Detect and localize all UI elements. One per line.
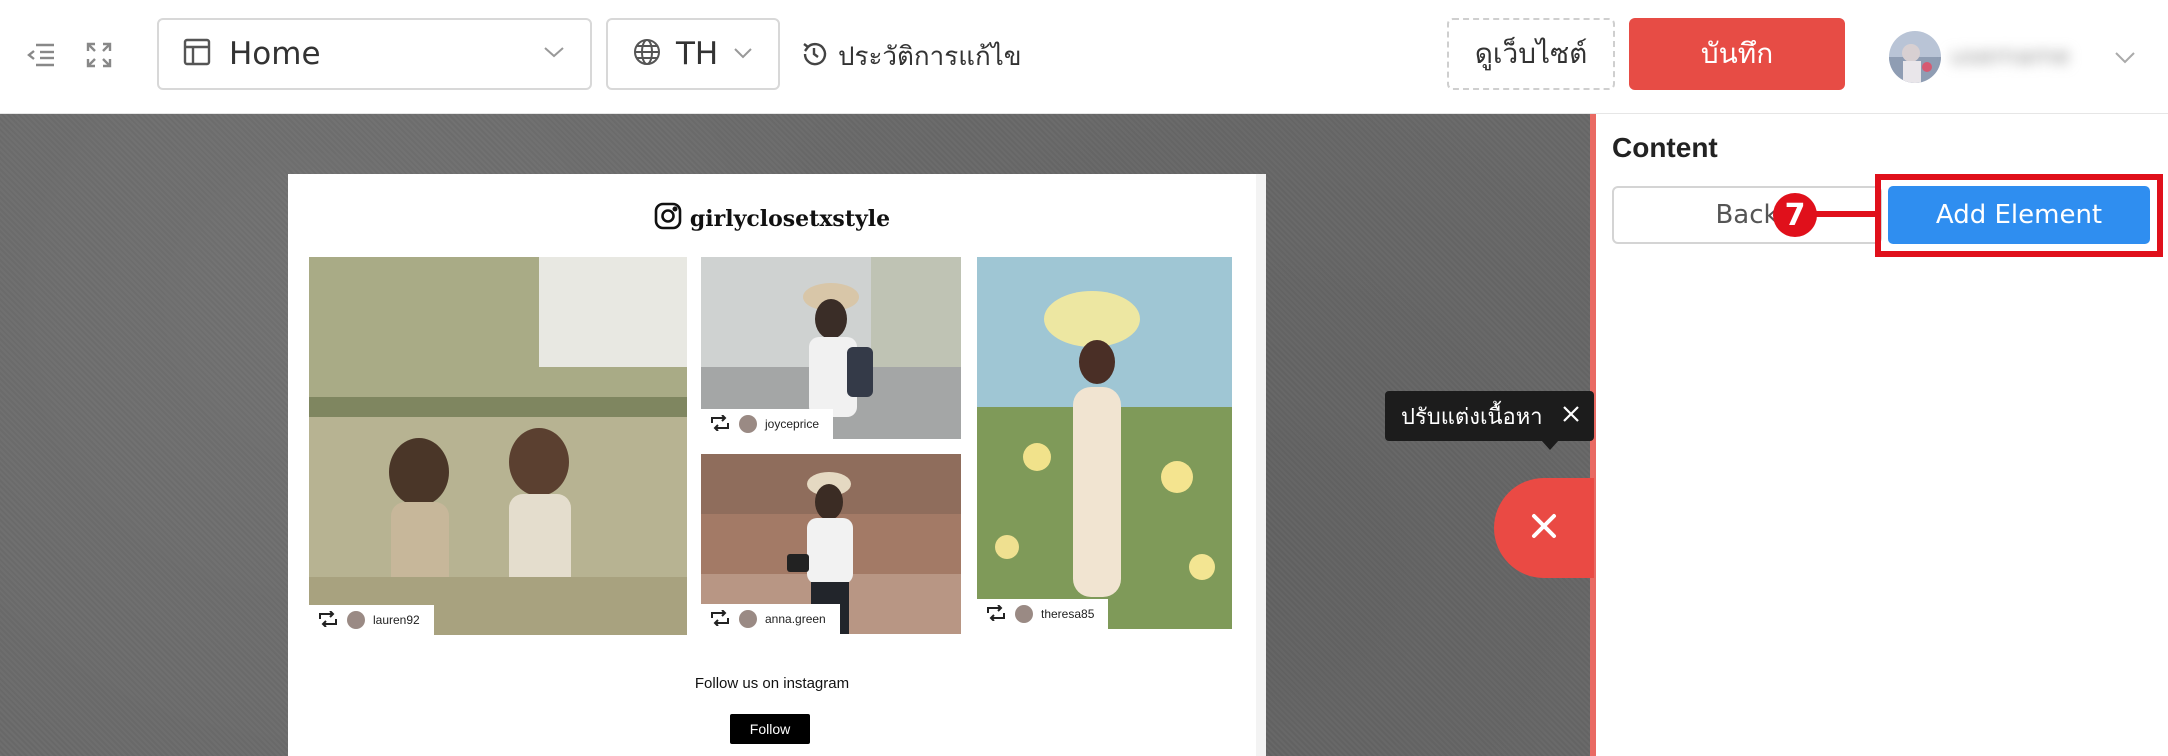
follow-button[interactable]: Follow xyxy=(730,714,810,744)
repost-icon xyxy=(317,609,339,630)
save-button[interactable]: บันทึก xyxy=(1629,18,1845,90)
instagram-photo[interactable]: joyceprice xyxy=(701,257,961,439)
edit-content-tooltip: ปรับแต่งเนื้อหา xyxy=(1385,391,1594,450)
page-select-value: Home xyxy=(229,36,321,72)
chevron-down-icon xyxy=(732,45,754,64)
tooltip-text: ปรับแต่งเนื้อหา xyxy=(1401,404,1543,430)
instagram-photo[interactable]: theresa85 xyxy=(977,257,1232,629)
history-link[interactable]: ประวัติการแก้ไข xyxy=(800,38,1022,74)
step-badge: 7 xyxy=(1773,193,1817,237)
photo-credit: lauren92 xyxy=(309,605,434,635)
photo-credit: joyceprice xyxy=(701,409,834,439)
username: username xyxy=(1950,42,2070,70)
add-element-button[interactable]: Add Element xyxy=(1888,186,2150,244)
user-avatar xyxy=(1015,605,1033,623)
repost-icon xyxy=(709,608,731,629)
repost-icon xyxy=(709,413,731,434)
close-panel-button[interactable] xyxy=(1494,478,1594,578)
annotation-connector xyxy=(1816,211,1878,217)
page-select[interactable]: Home xyxy=(157,18,592,90)
instagram-title: girlyclosetxstyle xyxy=(288,202,1256,236)
instagram-photo[interactable]: anna.green xyxy=(701,454,961,634)
photo-credit: anna.green xyxy=(701,604,840,634)
history-icon xyxy=(800,40,828,72)
history-label: ประวัติการแก้ไข xyxy=(838,41,1022,72)
photo-username: theresa85 xyxy=(1041,607,1095,621)
panel-title: Content xyxy=(1612,132,1718,163)
globe-icon xyxy=(632,37,662,71)
language-select[interactable]: TH xyxy=(606,18,780,90)
follow-text: Follow us on instagram xyxy=(694,675,850,692)
user-avatar xyxy=(739,610,757,628)
page-layout-icon xyxy=(183,38,211,70)
chevron-down-icon xyxy=(542,44,566,64)
avatar[interactable] xyxy=(1889,31,1941,83)
close-icon xyxy=(1529,511,1559,545)
language-value: TH xyxy=(676,36,719,72)
instagram-handle: girlyclosetxstyle xyxy=(689,206,891,232)
user-avatar xyxy=(347,611,365,629)
photo-credit: theresa85 xyxy=(977,599,1109,629)
user-avatar xyxy=(739,415,757,433)
photo-username: joyceprice xyxy=(765,417,820,431)
top-toolbar: Home TH ประวัติการแก้ไข ดูเว็บไซต์ บันทึ… xyxy=(0,0,2168,114)
photo-username: anna.green xyxy=(765,612,826,626)
collapse-sidebar-icon[interactable] xyxy=(24,38,58,72)
fullscreen-icon[interactable] xyxy=(82,38,116,72)
close-icon[interactable] xyxy=(1560,403,1582,425)
instagram-icon xyxy=(654,202,682,236)
view-website-button[interactable]: ดูเว็บไซต์ xyxy=(1447,18,1615,90)
photo-username: lauren92 xyxy=(373,613,420,627)
repost-icon xyxy=(985,603,1007,624)
chevron-down-icon[interactable] xyxy=(2112,44,2138,70)
instagram-photo[interactable]: lauren92 xyxy=(309,257,687,635)
instagram-feed-section[interactable]: girlyclosetxstyle lauren92 joyceprice an… xyxy=(288,174,1266,756)
